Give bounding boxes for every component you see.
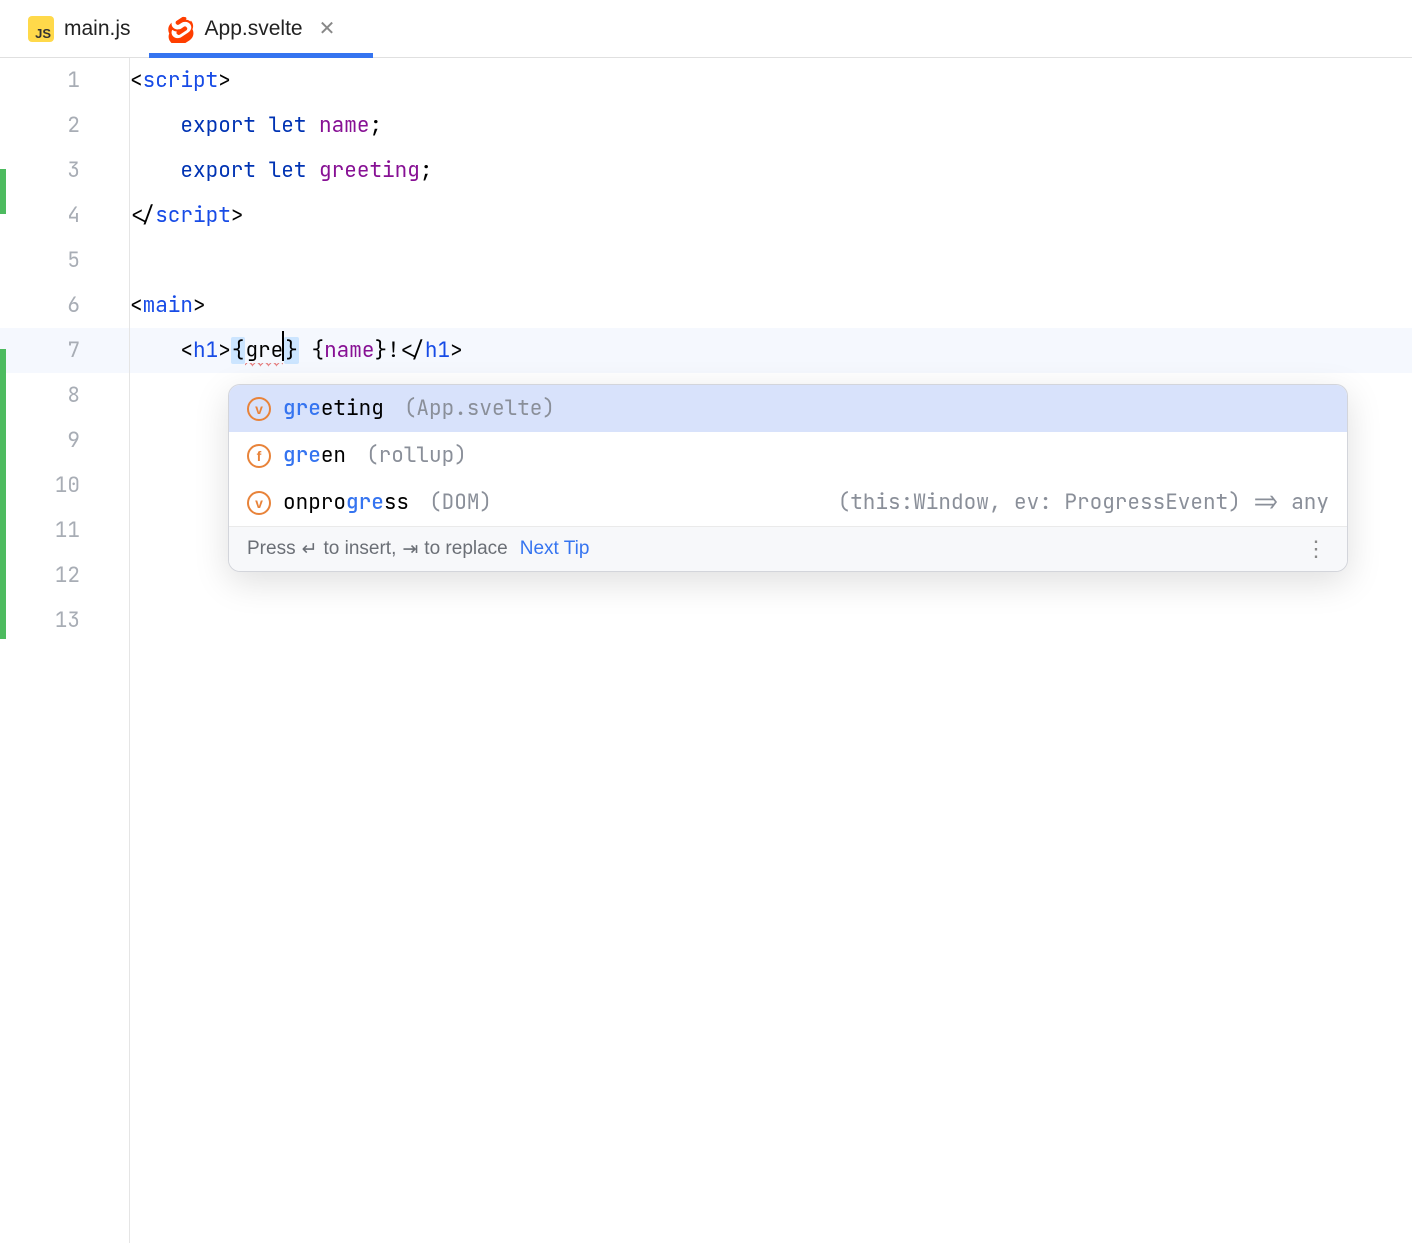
code-line[interactable] — [130, 238, 1412, 283]
suggestion-source: (rollup) — [366, 442, 467, 469]
line-number[interactable]: 2 — [0, 103, 80, 148]
svelte-icon — [167, 15, 195, 43]
enter-key-icon: ↵ — [302, 538, 318, 561]
gutter: 1 2 3 4 5 6 7 8 9 10 11 12 13 — [0, 58, 130, 643]
js-icon: JS — [28, 16, 54, 42]
line-number[interactable]: 6 — [0, 283, 80, 328]
line-number[interactable]: 12 — [0, 553, 80, 598]
tab-key-icon: ⇥ — [402, 538, 418, 561]
code-line[interactable]: </script> — [130, 193, 1412, 238]
brace-match-open: { — [231, 337, 246, 364]
code-line[interactable]: <script> — [130, 58, 1412, 103]
tab-label: main.js — [64, 17, 131, 41]
code-line[interactable] — [130, 598, 1412, 643]
line-number[interactable]: 3 — [0, 148, 80, 193]
autocomplete-item[interactable]: f green (rollup) — [229, 432, 1347, 479]
line-number[interactable]: 9 — [0, 418, 80, 463]
footer-text: Press — [247, 538, 296, 560]
suggestion-name: greeting — [283, 395, 384, 422]
autocomplete-popup: v greeting (App.svelte) f green (rollup)… — [228, 384, 1348, 572]
tab-bar: JS main.js App.svelte ✕ — [0, 0, 1412, 58]
code-line[interactable]: export let greeting; — [130, 148, 1412, 193]
tab-main-js[interactable]: JS main.js — [10, 0, 149, 57]
footer-text: to insert, — [324, 538, 397, 560]
suggestion-type: (this:Window, ev: ProgressEvent) => any — [838, 489, 1329, 516]
line-number[interactable]: 11 — [0, 508, 80, 553]
suggestion-source: (App.svelte) — [404, 395, 555, 422]
next-tip-link[interactable]: Next Tip — [520, 538, 590, 560]
line-number[interactable]: 13 — [0, 598, 80, 643]
variable-icon: v — [247, 397, 271, 421]
autocomplete-item[interactable]: v greeting (App.svelte) — [229, 385, 1347, 432]
line-number[interactable]: 7 — [0, 328, 80, 373]
code-line[interactable]: export let name; — [130, 103, 1412, 148]
code-line[interactable]: <main> — [130, 283, 1412, 328]
function-icon: f — [247, 444, 271, 468]
line-number[interactable]: 5 — [0, 238, 80, 283]
close-icon[interactable]: ✕ — [319, 16, 336, 41]
tab-app-svelte[interactable]: App.svelte ✕ — [149, 0, 354, 57]
line-number[interactable]: 8 — [0, 373, 80, 418]
footer-text: to replace — [424, 538, 507, 560]
line-number[interactable]: 10 — [0, 463, 80, 508]
code-line-active[interactable]: <h1>{gre} {name}!</h1> — [130, 328, 1412, 373]
brace-match-close: } — [284, 337, 299, 364]
more-icon[interactable]: ⋮ — [1305, 536, 1329, 562]
suggestion-source: (DOM) — [429, 489, 492, 516]
variable-icon: v — [247, 491, 271, 515]
autocomplete-item[interactable]: v onprogress (DOM) (this:Window, ev: Pro… — [229, 479, 1347, 526]
autocomplete-footer: Press ↵ to insert, ⇥ to replace Next Tip… — [229, 526, 1347, 571]
tab-label: App.svelte — [205, 17, 303, 41]
line-number[interactable]: 1 — [0, 58, 80, 103]
typed-text: gre — [245, 337, 283, 367]
suggestion-name: green — [283, 442, 346, 469]
line-number[interactable]: 4 — [0, 193, 80, 238]
suggestion-name: onprogress — [283, 489, 409, 516]
